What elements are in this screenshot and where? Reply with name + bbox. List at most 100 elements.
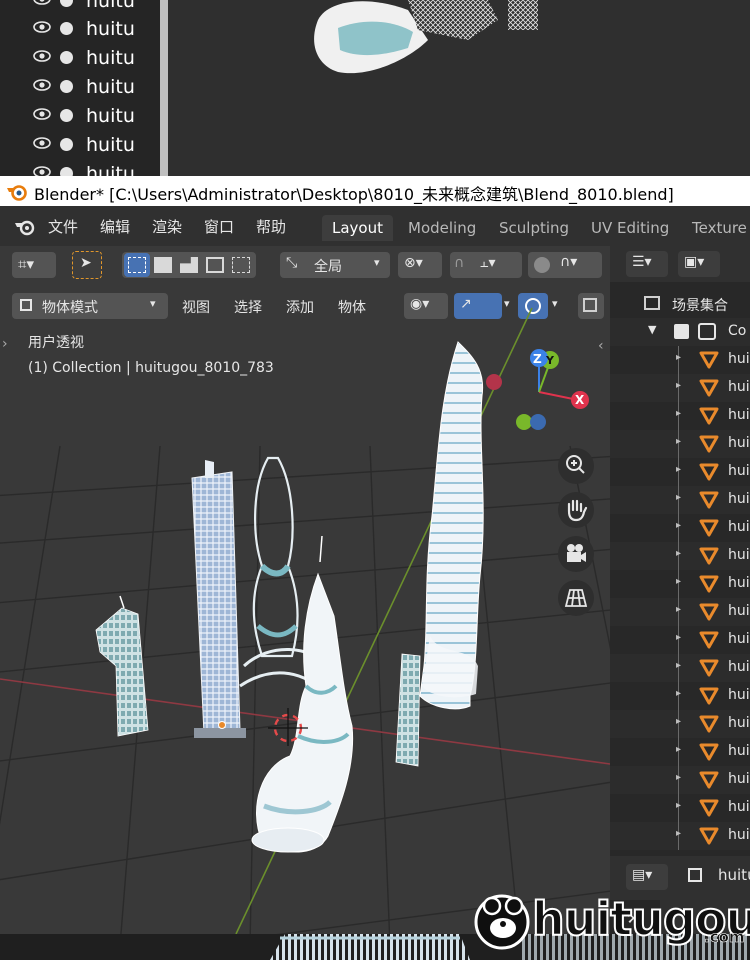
ortho-toggle-button[interactable] bbox=[558, 580, 594, 616]
outliner-object-row[interactable]: ▸ hui bbox=[610, 822, 750, 850]
render-dot-icon[interactable] bbox=[60, 109, 73, 122]
top-outliner-row[interactable]: huitu bbox=[0, 0, 160, 15]
expand-arrow-icon[interactable]: ▸ bbox=[676, 436, 681, 447]
tab-layout[interactable]: Layout bbox=[322, 215, 393, 241]
expand-arrow-icon[interactable]: ▸ bbox=[676, 800, 681, 811]
outliner-object-row[interactable]: ▸ hui bbox=[610, 766, 750, 794]
expand-arrow-icon[interactable]: ▸ bbox=[676, 548, 681, 559]
eye-icon[interactable] bbox=[33, 166, 51, 176]
outliner-object-row[interactable]: ▸ hui bbox=[610, 738, 750, 766]
blender-menu-icon[interactable] bbox=[14, 218, 36, 236]
object-name: huitu bbox=[86, 18, 135, 40]
gizmo-x-label: X bbox=[575, 393, 585, 407]
top-outliner-row[interactable]: huitu bbox=[0, 160, 160, 176]
eye-icon[interactable] bbox=[33, 108, 51, 120]
tab-sculpting[interactable]: Sculpting bbox=[489, 215, 579, 241]
outliner-object-row[interactable]: ▸ hui bbox=[610, 710, 750, 738]
outliner-object-row[interactable]: ▸ hui bbox=[610, 542, 750, 570]
render-dot-icon[interactable] bbox=[60, 138, 73, 151]
outliner-object-row[interactable]: ▸ hui bbox=[610, 654, 750, 682]
eye-icon[interactable] bbox=[33, 137, 51, 149]
outliner-list-icon: ☰▾ bbox=[632, 254, 652, 270]
tab-modeling[interactable]: Modeling bbox=[398, 215, 486, 241]
top-outliner-row[interactable]: huitu bbox=[0, 102, 160, 130]
expand-arrow-icon[interactable]: ▸ bbox=[676, 492, 681, 503]
expand-arrow-icon[interactable]: ▸ bbox=[676, 660, 681, 671]
properties-editor-type[interactable]: ▤▾ bbox=[626, 864, 668, 890]
render-dot-icon[interactable] bbox=[60, 51, 73, 64]
top-viewport-crop bbox=[168, 0, 750, 176]
object-name: hui bbox=[728, 547, 750, 563]
outliner-editor-type[interactable]: ☰▾ bbox=[626, 251, 668, 277]
top-outliner-row[interactable]: huitu bbox=[0, 44, 160, 72]
outliner-object-row[interactable]: ▸ hui bbox=[610, 486, 750, 514]
expand-arrow-icon[interactable]: ▸ bbox=[676, 828, 681, 839]
top-outliner-row[interactable]: huitu bbox=[0, 73, 160, 101]
expand-arrow-icon[interactable]: ▸ bbox=[676, 576, 681, 587]
expand-arrow-icon[interactable]: ▸ bbox=[676, 464, 681, 475]
menu-file[interactable]: 文件 bbox=[48, 216, 78, 237]
eye-icon[interactable] bbox=[33, 21, 51, 33]
expand-arrow-icon[interactable]: ▸ bbox=[676, 772, 681, 783]
expand-arrow-icon[interactable]: ▸ bbox=[676, 520, 681, 531]
expand-arrow-icon[interactable]: ▸ bbox=[676, 380, 681, 391]
eye-icon[interactable] bbox=[33, 0, 51, 5]
menu-edit[interactable]: 编辑 bbox=[100, 216, 130, 237]
navigation-gizmo[interactable]: Z Y X bbox=[482, 342, 602, 442]
expand-arrow-icon[interactable]: ▸ bbox=[676, 632, 681, 643]
object-name: hui bbox=[728, 435, 750, 451]
top-outliner-row[interactable]: huitu bbox=[0, 131, 160, 159]
render-dot-icon[interactable] bbox=[60, 80, 73, 93]
tab-uv-editing[interactable]: UV Editing bbox=[581, 215, 679, 241]
menu-window[interactable]: 窗口 bbox=[204, 216, 234, 237]
eye-icon[interactable] bbox=[33, 79, 51, 91]
scene-collection-row[interactable]: 场景集合 bbox=[610, 290, 750, 318]
outliner-object-row[interactable]: ▸ hui bbox=[610, 346, 750, 374]
outliner-object-row[interactable]: ▸ hui bbox=[610, 598, 750, 626]
tab-texture[interactable]: Texture bbox=[682, 215, 750, 241]
outliner-object-row[interactable]: ▸ hui bbox=[610, 514, 750, 542]
image-icon: ▣▾ bbox=[684, 254, 705, 270]
object-name: hui bbox=[728, 827, 750, 843]
object-data-icon bbox=[688, 868, 702, 882]
top-outliner-row[interactable]: huitu bbox=[0, 15, 160, 43]
display-mode-dropdown[interactable]: ▣▾ bbox=[678, 251, 720, 277]
object-name: hui bbox=[728, 799, 750, 815]
blender-logo-icon bbox=[7, 185, 27, 201]
outliner-object-row[interactable]: ▸ hui bbox=[610, 402, 750, 430]
menu-help[interactable]: 帮助 bbox=[256, 216, 286, 237]
render-dot-icon[interactable] bbox=[60, 0, 73, 7]
eye-icon[interactable] bbox=[33, 50, 51, 62]
object-name: huitu bbox=[86, 163, 135, 176]
mesh-triangle-icon bbox=[699, 771, 719, 789]
expand-arrow-icon[interactable]: ▸ bbox=[676, 716, 681, 727]
camera-view-button[interactable] bbox=[558, 536, 594, 572]
outliner-object-row[interactable]: ▸ hui bbox=[610, 374, 750, 402]
3d-viewport[interactable]: ⌗▾ ➤ ⤡ 全局 ▾ ⊗▾ ∩ ⫠▾ ∩▾ 物体模式 ▾ 视图 选择 添加 物… bbox=[0, 246, 610, 934]
expand-arrow-icon[interactable]: ▸ bbox=[676, 604, 681, 615]
outliner-object-row[interactable]: ▸ hui bbox=[610, 458, 750, 486]
expand-arrow-icon[interactable]: ▸ bbox=[676, 744, 681, 755]
outliner-object-row[interactable]: ▸ hui bbox=[610, 682, 750, 710]
mesh-triangle-icon bbox=[699, 575, 719, 593]
checkbox-icon[interactable] bbox=[674, 324, 689, 339]
expand-arrow-icon[interactable]: ▸ bbox=[676, 688, 681, 699]
building-render-fragment bbox=[314, 0, 538, 74]
render-dot-icon[interactable] bbox=[60, 167, 73, 176]
pan-button[interactable] bbox=[558, 492, 594, 528]
object-name: hui bbox=[728, 519, 750, 535]
collapse-arrow-icon[interactable]: ▼ bbox=[648, 323, 656, 336]
outliner-object-row[interactable]: ▸ hui bbox=[610, 626, 750, 654]
zoom-button[interactable] bbox=[558, 448, 594, 484]
expand-arrow-icon[interactable]: ▸ bbox=[676, 352, 681, 363]
render-dot-icon[interactable] bbox=[60, 22, 73, 35]
hand-icon bbox=[567, 499, 588, 522]
outliner-object-row[interactable]: ▸ hui bbox=[610, 430, 750, 458]
collection-row[interactable]: ▼ Co bbox=[610, 318, 750, 346]
outliner-object-row[interactable]: ▸ hui bbox=[610, 570, 750, 598]
outliner-object-row[interactable]: ▸ hui bbox=[610, 794, 750, 822]
mesh-triangle-icon bbox=[699, 687, 719, 705]
properties-object-label: huitu bbox=[718, 866, 750, 884]
expand-arrow-icon[interactable]: ▸ bbox=[676, 408, 681, 419]
menu-render[interactable]: 渲染 bbox=[152, 216, 182, 237]
